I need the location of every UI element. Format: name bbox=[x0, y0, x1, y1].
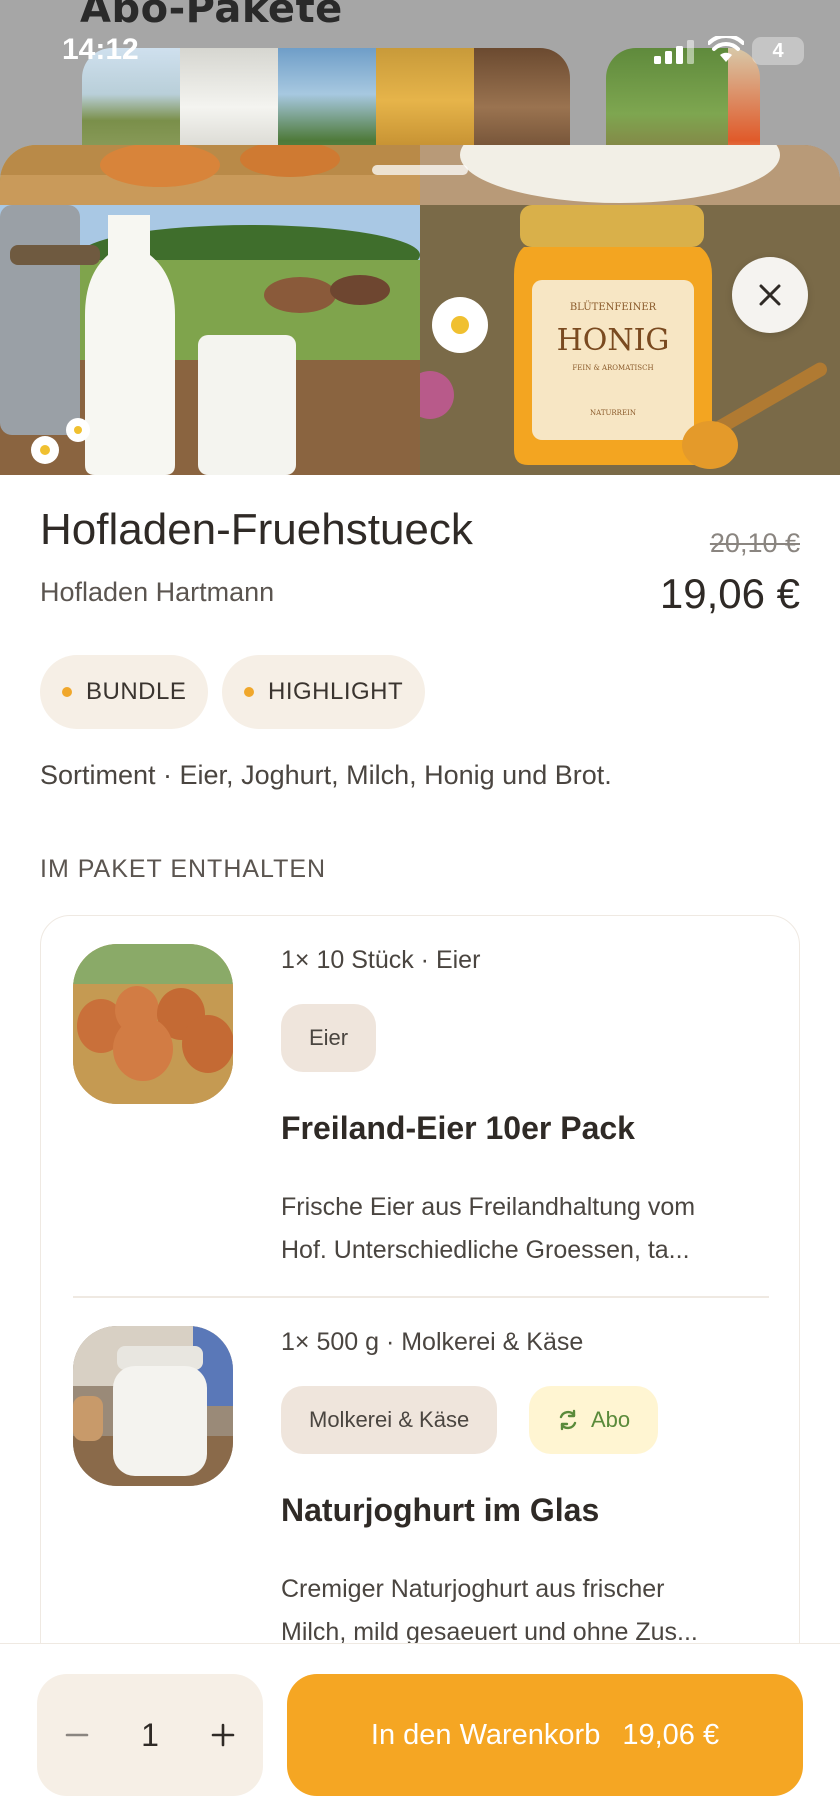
item-divider bbox=[73, 1296, 769, 1298]
item-category-chip: Eier bbox=[281, 1004, 377, 1072]
add-to-cart-price: 19,06 € bbox=[622, 1718, 720, 1751]
price: 19,06 € bbox=[659, 570, 800, 617]
minus-icon bbox=[65, 1733, 89, 1737]
abo-badge: Abo bbox=[529, 1386, 659, 1454]
item-description: Cremiger Naturjoghurt aus frischer Milch… bbox=[281, 1568, 771, 1654]
item-description-line: Hof. Unterschiedliche Groessen, ta... bbox=[281, 1236, 690, 1264]
item-description: Frische Eier aus Freilandhaltung vom Hof… bbox=[281, 1186, 771, 1272]
wifi-icon bbox=[708, 36, 744, 62]
eggs-thumbnail bbox=[73, 944, 233, 1104]
quantity-value: 1 bbox=[141, 1717, 159, 1753]
item-description-line: Cremiger Naturjoghurt aus frischer bbox=[281, 1575, 665, 1603]
old-price: 20,10 € bbox=[709, 528, 800, 558]
plus-icon bbox=[211, 1723, 235, 1747]
close-icon bbox=[759, 284, 781, 306]
status-time: 14:12 bbox=[62, 33, 139, 66]
abo-label: Abo bbox=[591, 1407, 631, 1432]
hero-milk-image bbox=[0, 145, 420, 475]
tag-label: HIGHLIGHT bbox=[268, 678, 404, 705]
increase-quantity-button[interactable] bbox=[183, 1674, 263, 1796]
add-to-cart-button[interactable]: In den Warenkorb 19,06 € bbox=[287, 1674, 803, 1796]
product-title: Hofladen-Fruehstueck bbox=[40, 505, 473, 554]
item-category-chip: Molkerei & Käse bbox=[281, 1386, 498, 1454]
product-description: Sortiment · Eier, Joghurt, Milch, Honig … bbox=[40, 760, 612, 790]
decrease-quantity-button[interactable] bbox=[37, 1674, 117, 1796]
tag-dot bbox=[244, 687, 254, 697]
hero-image: BLÜTENFEINER HONIG FEIN & AROMATISCH NAT… bbox=[0, 145, 840, 475]
add-to-cart-label: In den Warenkorb bbox=[370, 1718, 601, 1751]
close-button[interactable] bbox=[732, 257, 808, 333]
quantity-stepper: 1 bbox=[37, 1674, 263, 1796]
sync-icon bbox=[559, 1409, 577, 1431]
battery-indicator: 4 bbox=[752, 37, 804, 65]
bottom-action-bar: 1 In den Warenkorb 19,06 € bbox=[0, 1643, 840, 1820]
item-name: Freiland-Eier 10er Pack bbox=[281, 1110, 635, 1146]
vendor-name: Hofladen Hartmann bbox=[40, 577, 275, 607]
signal-icon bbox=[654, 40, 694, 64]
item-name: Naturjoghurt im Glas bbox=[281, 1492, 600, 1528]
yogurt-thumbnail bbox=[73, 1326, 233, 1486]
item-quantity: 1× 500 g · Molkerei & Käse bbox=[281, 1328, 584, 1356]
honey-label-top: BLÜTENFEINER bbox=[570, 301, 657, 313]
tag-bundle: BUNDLE bbox=[40, 655, 209, 729]
honey-label-main: HONIG bbox=[557, 323, 670, 358]
item-description-line: Frische Eier aus Freilandhaltung vom bbox=[281, 1193, 696, 1221]
honey-label-bottom: NATURREIN bbox=[590, 409, 636, 417]
section-title: IM PAKET ENTHALTEN bbox=[40, 855, 327, 883]
package-items-card: 1× 10 Stück · Eier Eier Freiland-Eier 10… bbox=[40, 915, 800, 1717]
product-sheet: BLÜTENFEINER HONIG FEIN & AROMATISCH NAT… bbox=[0, 145, 840, 1819]
tag-highlight: HIGHLIGHT bbox=[222, 655, 426, 729]
sheet-grabber[interactable] bbox=[372, 165, 468, 175]
item-quantity: 1× 10 Stück · Eier bbox=[281, 946, 481, 974]
tag-dot bbox=[62, 687, 72, 697]
tag-label: BUNDLE bbox=[86, 678, 187, 705]
status-bar: 14:12 4 bbox=[0, 0, 840, 100]
honey-label-sub: FEIN & AROMATISCH bbox=[572, 364, 653, 372]
